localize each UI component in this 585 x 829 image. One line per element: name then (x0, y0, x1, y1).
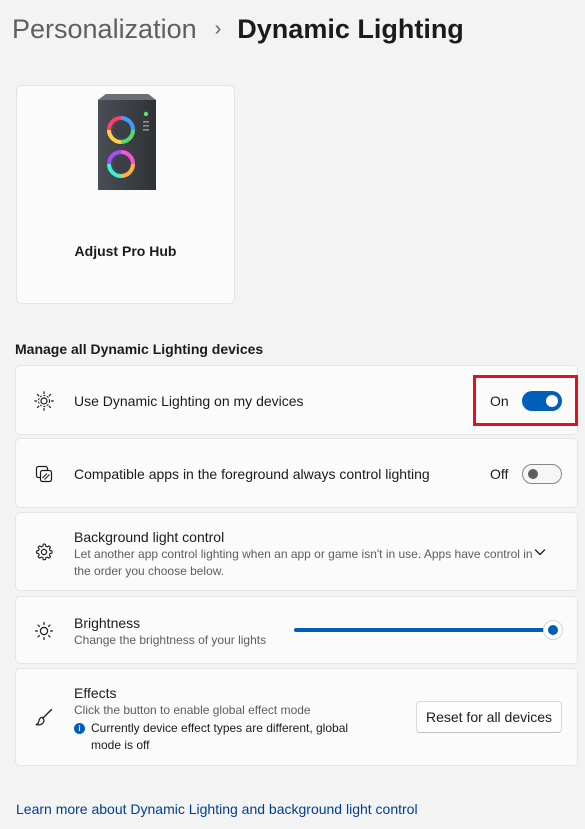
brush-icon (34, 707, 54, 727)
breadcrumb: Personalization › Dynamic Lighting (12, 14, 464, 45)
reset-for-all-devices-button[interactable]: Reset for all devices (416, 701, 562, 733)
brightness-slider-track[interactable] (294, 628, 553, 632)
device-name: Adjust Pro Hub (74, 243, 177, 259)
toggle-knob (528, 469, 538, 479)
effects-info: i Currently device effect types are diff… (74, 720, 366, 754)
effects-description: Click the button to enable global effect… (74, 703, 311, 717)
background-light-control-label: Background light control (74, 529, 225, 545)
apps-control-icon (34, 464, 54, 484)
info-icon: i (74, 723, 85, 734)
page-title: Dynamic Lighting (237, 14, 464, 44)
brightness-slider-thumb[interactable] (543, 620, 563, 640)
breadcrumb-personalization[interactable]: Personalization (12, 14, 197, 45)
effects-label: Effects (74, 685, 117, 701)
background-light-control-description: Let another app control lighting when an… (74, 547, 533, 578)
brightness-description: Change the brightness of your lights (74, 633, 267, 647)
gear-icon (34, 542, 54, 562)
breadcrumb-chevron-icon: › (214, 18, 222, 40)
use-dynamic-lighting-label: Use Dynamic Lighting on my devices (74, 393, 304, 409)
background-light-control-card[interactable]: Background light control Let another app… (15, 512, 578, 591)
effects-info-text: Currently device effect types are differ… (91, 721, 349, 752)
compatible-apps-toggle[interactable] (522, 464, 562, 484)
chevron-down-icon[interactable] (533, 545, 547, 559)
section-title: Manage all Dynamic Lighting devices (15, 341, 264, 357)
brightness-icon (34, 621, 54, 641)
lighting-sun-icon (34, 391, 54, 411)
device-card-adjust-pro-hub[interactable]: Adjust Pro Hub (16, 85, 235, 304)
compatible-apps-label: Compatible apps in the foreground always… (74, 466, 430, 482)
highlight-box (473, 375, 578, 426)
compatible-apps-state: Off (490, 466, 509, 482)
compatible-apps-card: Compatible apps in the foreground always… (15, 438, 578, 508)
brightness-label: Brightness (74, 615, 141, 631)
learn-more-link[interactable]: Learn more about Dynamic Lighting and ba… (16, 801, 418, 817)
pc-tower-rgb-icon (98, 94, 156, 190)
